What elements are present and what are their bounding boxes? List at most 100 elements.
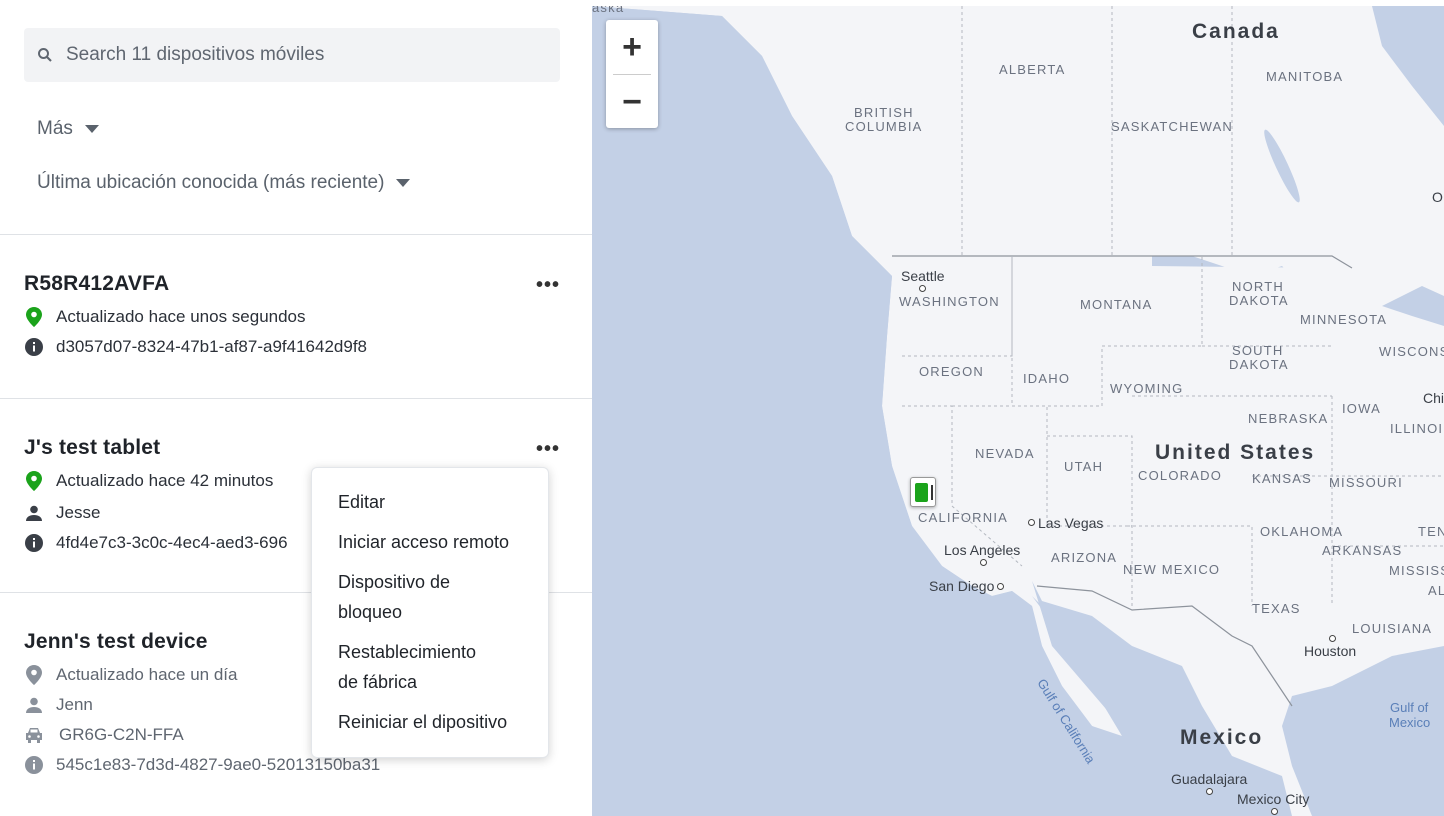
map-label: MINNESOTA <box>1300 312 1388 327</box>
map-label: NEW MEXICO <box>1123 562 1221 577</box>
divider <box>0 398 592 399</box>
person-icon <box>24 505 44 521</box>
map-label: WASHINGTON <box>899 294 1000 309</box>
zoom-out-button[interactable]: − <box>606 75 658 129</box>
sort-dropdown[interactable]: Última ubicación conocida (más reciente) <box>37 172 411 194</box>
device-id: d3057d07-8324-47b1-af87-a9f41642d9f8 <box>56 337 367 356</box>
device-id: 4fd4e7c3-3c0c-4ec4-aed3-696 <box>56 533 288 552</box>
map-label: AL <box>1428 583 1444 598</box>
map-label: SASKATCHEWAN <box>1111 119 1234 134</box>
info-icon <box>24 756 44 774</box>
menu-item-lock-device[interactable]: Dispositivo de bloqueo <box>312 562 512 632</box>
zoom-control: + − <box>606 20 658 128</box>
search-box[interactable] <box>24 28 560 82</box>
search-input[interactable] <box>66 44 536 66</box>
map-label: NORTH <box>1232 279 1284 294</box>
map-label: ILLINOI <box>1390 421 1444 436</box>
map-label: TEXAS <box>1252 601 1301 616</box>
location-pin-icon <box>24 471 44 491</box>
person-icon <box>24 697 44 713</box>
info-icon <box>24 338 44 356</box>
map-label: NEBRASKA <box>1248 411 1329 426</box>
city-label: Chi <box>1423 390 1444 406</box>
map-label: UTAH <box>1064 459 1104 474</box>
caret-down-icon <box>396 179 411 187</box>
map-label: Canada <box>1192 20 1280 43</box>
city-label: Houston <box>1304 643 1357 659</box>
device-name: J's test tablet <box>24 436 161 459</box>
map-label: DAKOTA <box>1229 357 1289 372</box>
device-user: Jenn <box>56 695 93 714</box>
caret-down-icon <box>84 125 99 133</box>
more-filter-label: Más <box>37 118 73 139</box>
car-icon <box>24 727 44 743</box>
map-label: ALBERTA <box>999 62 1066 77</box>
zoom-in-button[interactable]: + <box>606 20 658 74</box>
device-updated: Actualizado hace un día <box>56 665 238 684</box>
city-label: Seattle <box>901 268 945 284</box>
more-options-button[interactable]: ••• <box>536 438 560 461</box>
search-icon <box>38 48 52 62</box>
device-list-panel: Más Última ubicación conocida (más recie… <box>0 0 592 816</box>
city-dot <box>1028 519 1035 526</box>
map-label: MANITOBA <box>1266 69 1344 84</box>
map-label: WISCONS <box>1379 344 1444 359</box>
city-label: Las Vegas <box>1038 515 1104 531</box>
city-dot <box>1329 635 1336 642</box>
map-label: OREGON <box>919 364 984 379</box>
map-label: IDAHO <box>1023 371 1071 386</box>
map-label: aska <box>592 6 625 15</box>
map-label: United States <box>1155 441 1316 464</box>
device-updated: Actualizado hace 42 minutos <box>56 471 274 490</box>
city-dot <box>919 285 926 292</box>
water-label: Mexico <box>1389 715 1431 730</box>
city-dot <box>1271 808 1278 815</box>
map-label: ARIZONA <box>1051 550 1118 565</box>
city-dot <box>1206 788 1213 795</box>
map-label: IOWA <box>1342 401 1381 416</box>
map-label: NEVADA <box>975 446 1035 461</box>
map-label: OKLAHOMA <box>1260 524 1344 539</box>
device-vehicle: GR6G-C2N-FFA <box>59 725 184 744</box>
menu-item-restart-device[interactable]: Reiniciar el dipositivo <box>312 702 548 742</box>
map-label: LOUISIANA <box>1352 621 1433 636</box>
city-label: Guadalajara <box>1171 771 1248 787</box>
more-filter-dropdown[interactable]: Más <box>37 118 99 140</box>
map-label: MISSISSIP <box>1389 563 1444 578</box>
sort-label: Última ubicación conocida (más reciente) <box>37 172 385 193</box>
device-context-menu: Editar Iniciar acceso remoto Dispositivo… <box>311 467 549 758</box>
map-label: COLORADO <box>1138 468 1223 483</box>
map-label: TEN <box>1418 524 1444 539</box>
map-label: ARKANSAS <box>1322 543 1403 558</box>
more-options-button[interactable]: ••• <box>536 274 560 297</box>
device-user: Jesse <box>56 503 101 522</box>
device-id: 545c1e83-7d3d-4827-9ae0-52013150ba31 <box>56 755 381 774</box>
device-updated: Actualizado hace unos segundos <box>56 307 306 326</box>
map-label: Mexico <box>1180 726 1264 749</box>
map-label: SOUTH <box>1232 343 1284 358</box>
menu-item-remote-access[interactable]: Iniciar acceso remoto <box>312 522 548 562</box>
divider <box>0 234 592 235</box>
location-pin-icon <box>24 307 44 327</box>
info-icon <box>24 534 44 552</box>
city-label: Mexico City <box>1237 791 1310 807</box>
map-label: COLUMBIA <box>845 119 923 134</box>
map-view[interactable]: + − Canada United States Mexico ALBERTA … <box>592 6 1444 816</box>
city-dot <box>980 559 987 566</box>
city-label: Los Angeles <box>944 542 1021 558</box>
device-card[interactable]: R58R412AVFA ••• Actualizado hace unos se… <box>24 272 564 362</box>
map-label: DAKOTA <box>1229 293 1289 308</box>
map-label: BRITISH <box>854 105 914 120</box>
map-label: KANSAS <box>1252 471 1312 486</box>
city-label: San Diego <box>929 578 995 594</box>
battery-bar <box>931 485 933 500</box>
menu-item-edit[interactable]: Editar <box>312 482 548 522</box>
water-label: Gulf of <box>1390 700 1429 715</box>
map-label: MISSOURI <box>1329 475 1403 490</box>
location-pin-icon <box>24 665 44 685</box>
device-map-marker[interactable] <box>910 477 936 507</box>
menu-item-factory-reset[interactable]: Restablecimiento de fábrica <box>312 632 522 702</box>
device-name: R58R412AVFA <box>24 272 170 295</box>
map-label: MONTANA <box>1080 297 1153 312</box>
city-label: O <box>1432 189 1443 205</box>
